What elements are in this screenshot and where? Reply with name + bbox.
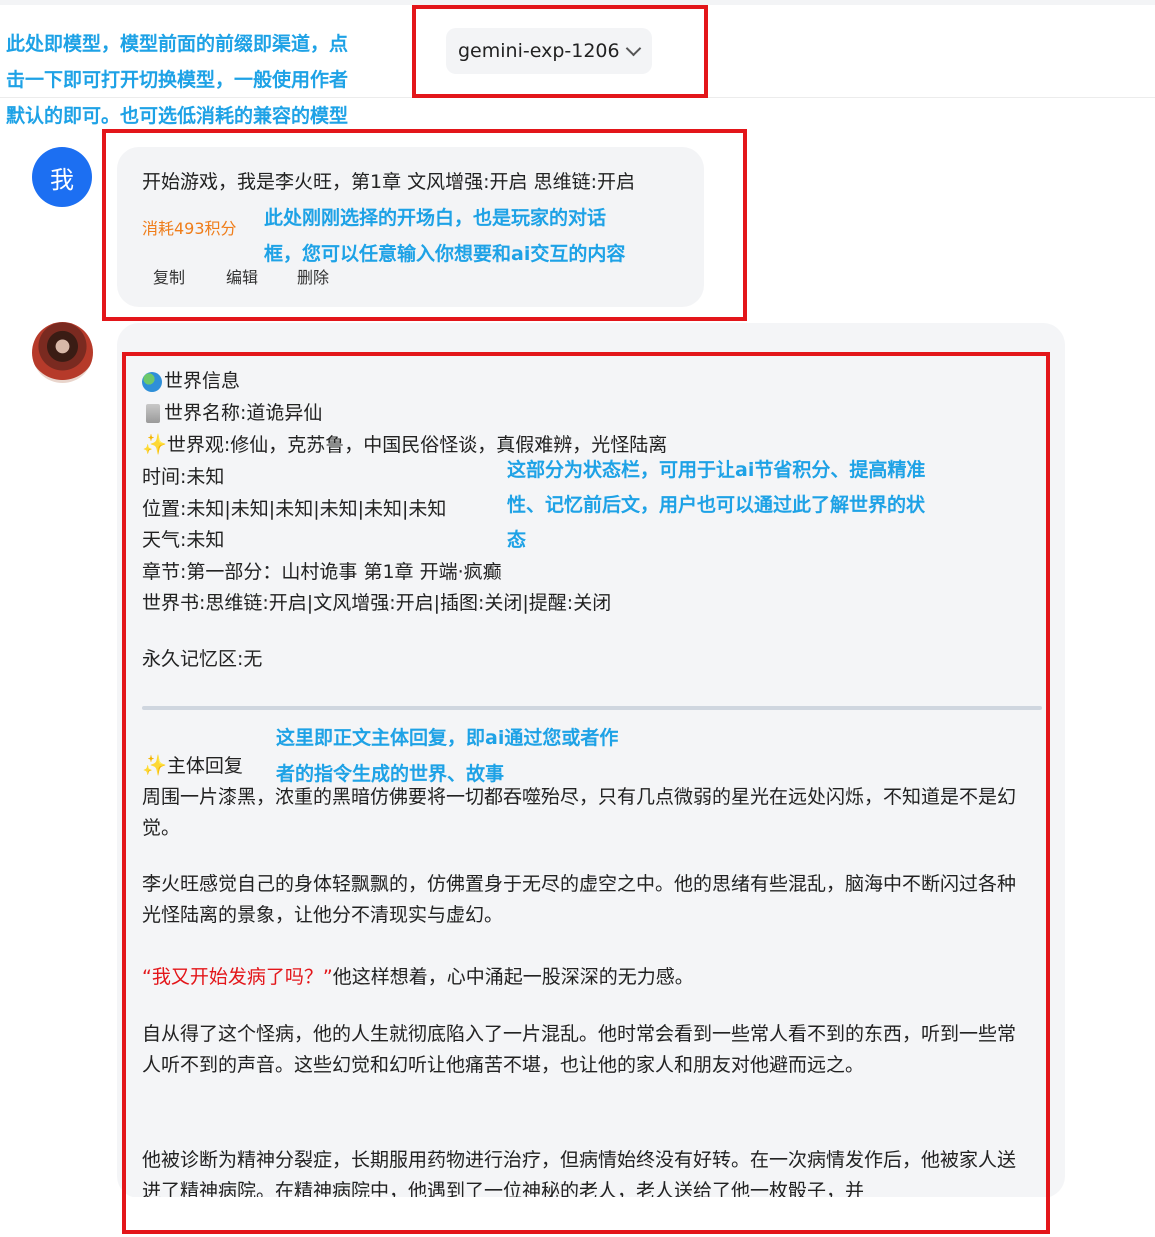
annotation-line: 这部分为状态栏，可用于让ai节省积分、提高精准 — [507, 459, 926, 481]
worldbook-status: 世界书:思维链:开启|文风增强:开启|插图:关闭|提醒:关闭 — [142, 592, 612, 614]
annotation-line: 这里即正文主体回复，即ai通过您或者作 — [276, 727, 619, 749]
reply-title: 主体回复 — [166, 755, 243, 777]
world-info-label: 世界信息 — [164, 370, 241, 392]
sparkles-icon: ✨ — [142, 753, 167, 777]
dialogue-rest: 他这样想着，心中涌起一股深深的无力感。 — [332, 966, 694, 988]
status-annotation: 这部分为状态栏，可用于让ai节省积分、提高精准 性、记忆前后文，用户也可以通过此… — [507, 453, 925, 558]
chapter-status: 章节:第一部分：山村诡事 第1章 开端·疯癫 — [142, 561, 502, 583]
annotation-line: 态 — [507, 529, 527, 551]
content-cutoff — [117, 1197, 1117, 1237]
model-name: gemini-exp-1206 — [458, 40, 620, 62]
world-info-row: 世界信息 — [142, 366, 240, 393]
top-strip — [0, 0, 1155, 5]
sparkles-icon: ✨ — [142, 432, 167, 456]
time-status: 时间:未知 — [142, 466, 225, 488]
weather-status: 天气:未知 — [142, 529, 225, 551]
user-annotation: 此处刚刚选择的开场白，也是玩家的对话 框，您可以任意输入你想要和ai交互的内容 — [264, 200, 625, 272]
story-paragraph: 李火旺感觉自己的身体轻飘飘的，仿佛置身于无尽的虚空之中。他的思绪有些混乱，脑海中… — [142, 873, 1017, 926]
annotation-line: 框，您可以任意输入你想要和ai交互的内容 — [264, 243, 626, 265]
dialogue-quote: “我又开始发病了吗？” — [142, 966, 333, 988]
reply-title-row: ✨主体回复 — [142, 751, 243, 778]
ai-avatar — [32, 322, 93, 383]
location-status: 位置:未知|未知|未知|未知|未知|未知 — [142, 498, 447, 520]
story-paragraph: 周围一片漆黑，浓重的黑暗仿佛要将一切都吞噬殆尽，只有几点微弱的星光在远处闪烁，不… — [142, 786, 1017, 839]
globe-icon — [142, 371, 162, 392]
world-name-row: 世界名称:道诡异仙 — [142, 398, 322, 425]
copy-button[interactable]: 复制 — [153, 264, 185, 288]
chevron-down-icon — [625, 40, 641, 56]
model-annotation: 此处即模型，模型前面的前缀即渠道，点 击一下即可打开切换模型，一般使用作者 默认… — [6, 26, 348, 134]
story-paragraph: 自从得了这个怪病，他的人生就彻底陷入了一片混乱。他时常会看到一些常人看不到的东西… — [142, 1023, 1017, 1076]
memory-status: 永久记忆区:无 — [142, 648, 263, 670]
user-message-text: 开始游戏，我是李火旺，第1章 文风增强:开启 思维链:开启 — [142, 171, 635, 193]
annotation-line: 击一下即可打开切换模型，一般使用作者 — [6, 69, 349, 91]
user-avatar: 我 — [32, 147, 92, 207]
annotation-line: 此处即模型，模型前面的前缀即渠道，点 — [6, 33, 349, 55]
model-selector[interactable]: gemini-exp-1206 — [446, 28, 652, 74]
world-name: 世界名称:道诡异仙 — [164, 402, 323, 424]
annotation-line: 默认的即可。也可选低消耗的兼容的模型 — [6, 105, 349, 127]
annotation-line: 此处刚刚选择的开场白，也是玩家的对话 — [264, 207, 607, 229]
story-paragraph: “我又开始发病了吗？”他这样想着，心中涌起一股深深的无力感。 — [142, 962, 1027, 993]
annotation-line: 性、记忆前后文，用户也可以通过此了解世界的状 — [507, 494, 926, 516]
edit-button[interactable]: 编辑 — [226, 264, 258, 288]
section-divider — [142, 706, 1042, 710]
scroll-icon — [146, 404, 160, 423]
cost-label: 消耗493积分 — [142, 219, 237, 238]
